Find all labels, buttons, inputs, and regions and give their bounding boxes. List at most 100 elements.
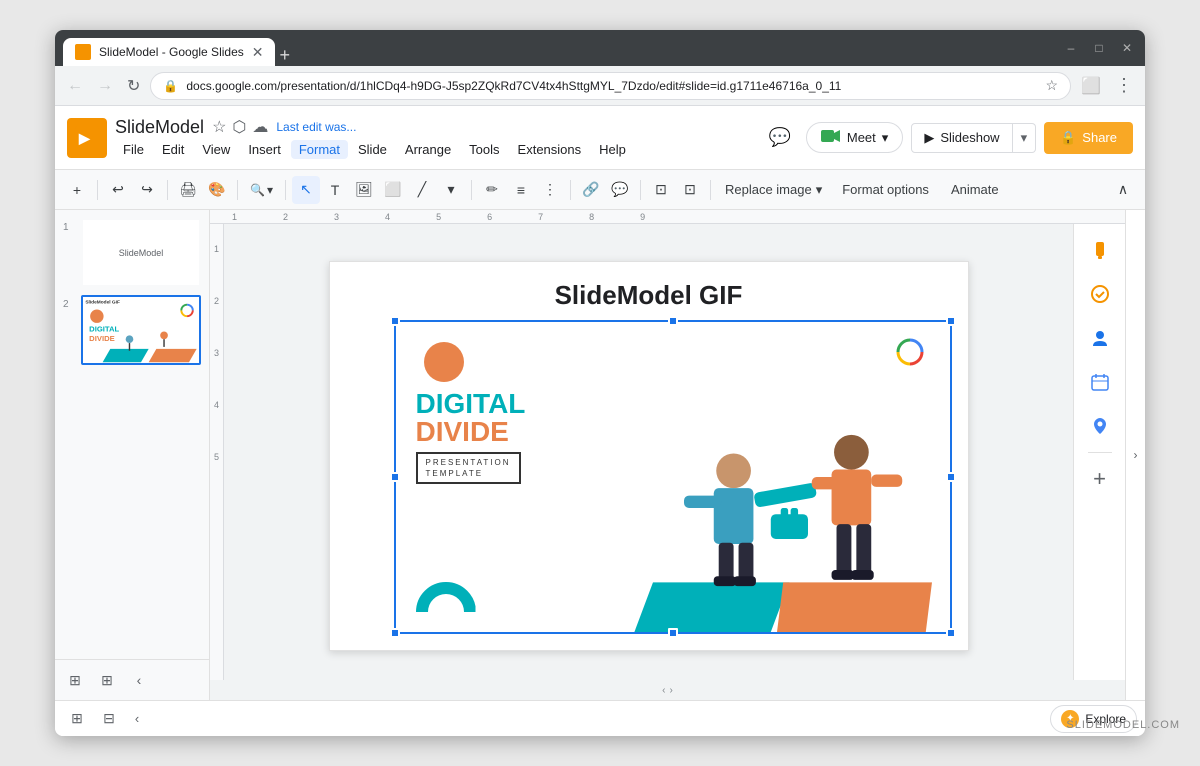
- link-btn[interactable]: 🔗: [577, 176, 605, 204]
- animate-btn[interactable]: Animate: [941, 176, 1009, 204]
- back-btn[interactable]: ←: [63, 73, 87, 99]
- canvas-area[interactable]: SlideModel GIF: [224, 224, 1073, 680]
- bottom-bar: ⊞ ⊟ ‹ ✦ Explore: [55, 700, 1145, 736]
- toolbar-group-link: 🔗 💬: [577, 176, 634, 204]
- handle-ml[interactable]: [390, 472, 400, 482]
- toolbar: + ↩ ↪ 🖨 🎨 🔍 ▾ ↖ T 🖼 ⬜ ╱ ▾ ✏ ≡ ⋮: [55, 170, 1145, 210]
- paintformat-btn[interactable]: 🎨: [203, 176, 231, 204]
- crop-btn[interactable]: ⊡: [647, 176, 675, 204]
- keep-icon-btn[interactable]: [1082, 232, 1118, 268]
- dd-template-box: PRESENTATION TEMPLATE: [416, 452, 521, 484]
- select-btn[interactable]: ↖: [292, 176, 320, 204]
- meet-dropdown[interactable]: ▾: [882, 130, 889, 146]
- menu-file[interactable]: File: [115, 140, 152, 159]
- menu-extensions[interactable]: Extensions: [510, 140, 590, 159]
- app-header: ▶ SlideModel ☆ ⬡ ☁ Last edit was... File…: [55, 106, 1145, 170]
- handle-tr[interactable]: [946, 316, 956, 326]
- forward-btn[interactable]: →: [93, 73, 117, 99]
- gif-image-selected[interactable]: DIGITAL DIVIDE PRESENTATION TEMPLATE: [394, 320, 952, 634]
- zoom-btn[interactable]: 🔍 ▾: [244, 177, 279, 203]
- tasks-icon-btn[interactable]: [1082, 276, 1118, 312]
- orange-circle: [424, 342, 464, 382]
- collapse-panel-btn[interactable]: ‹: [125, 666, 153, 694]
- slideshow-dropdown-btn[interactable]: ▾: [1013, 123, 1037, 153]
- filmstrip-btn[interactable]: ⊞: [93, 666, 121, 694]
- last-edit-link[interactable]: Last edit was...: [276, 120, 356, 134]
- handle-br[interactable]: [946, 628, 956, 638]
- slide-num-2: 2: [63, 295, 75, 310]
- handle-tm[interactable]: [668, 316, 678, 326]
- more-tools-btn[interactable]: ▾: [437, 176, 465, 204]
- line-style-btn[interactable]: ≡: [507, 176, 535, 204]
- grid-view-btn[interactable]: ⊞: [61, 666, 89, 694]
- slide-position-indicator: ‹ ›: [210, 680, 1125, 700]
- collapse-panel-bottom-btn[interactable]: ‹: [127, 701, 147, 737]
- meet-label: Meet: [847, 130, 876, 145]
- shapes-btn[interactable]: ⬜: [379, 176, 407, 204]
- replace-image-btn[interactable]: Replace image ▾: [717, 176, 830, 204]
- handle-bl[interactable]: [390, 628, 400, 638]
- image-btn[interactable]: 🖼: [350, 176, 378, 204]
- redo-btn[interactable]: ↪: [133, 176, 161, 204]
- menu-edit[interactable]: Edit: [154, 140, 192, 159]
- address-field[interactable]: 🔒 docs.google.com/presentation/d/1hlCDq4…: [150, 72, 1071, 100]
- handle-mr[interactable]: [946, 472, 956, 482]
- mask-btn[interactable]: ⊡: [676, 176, 704, 204]
- menu-help[interactable]: Help: [591, 140, 634, 159]
- tab-close-btn[interactable]: ✕: [252, 45, 264, 59]
- collapse-toolbar-btn[interactable]: ∧: [1109, 176, 1137, 204]
- close-btn[interactable]: ✕: [1117, 41, 1137, 55]
- slide-thumb-2[interactable]: 2 SlideModel GIF: [63, 295, 201, 364]
- browser-menu-btn[interactable]: ⋮: [1111, 71, 1137, 100]
- pen-btn[interactable]: ✏: [478, 176, 506, 204]
- separator-1: [97, 180, 98, 200]
- app-title-area: SlideModel ☆ ⬡ ☁ Last edit was... File E…: [115, 117, 754, 159]
- print-btn[interactable]: 🖨: [174, 176, 202, 204]
- new-tab-btn[interactable]: +: [279, 45, 290, 66]
- svg-text:DIVIDE: DIVIDE: [89, 334, 115, 343]
- menu-tools[interactable]: Tools: [461, 140, 507, 159]
- comment-btn[interactable]: 💬: [606, 176, 634, 204]
- drive-icon[interactable]: ⬡: [232, 117, 246, 137]
- zoom-dropdown: ▾: [267, 183, 273, 197]
- star-icon[interactable]: ☆: [212, 117, 226, 137]
- minimize-btn[interactable]: –: [1061, 41, 1081, 55]
- filmstrip-bottom-btn[interactable]: ⊟: [95, 705, 123, 733]
- handle-tl[interactable]: [390, 316, 400, 326]
- undo-btn[interactable]: ↩: [104, 176, 132, 204]
- slide-canvas[interactable]: SlideModel GIF: [329, 261, 969, 651]
- comments-btn[interactable]: 💬: [762, 120, 798, 156]
- cloud-icon[interactable]: ☁: [252, 117, 268, 137]
- share-btn[interactable]: 🔒 Share: [1044, 122, 1133, 154]
- format-options-btn[interactable]: Format options: [832, 176, 939, 204]
- maps-icon-btn[interactable]: [1082, 408, 1118, 444]
- maximize-btn[interactable]: □: [1089, 41, 1109, 55]
- ruler-vertical: 1 2 3 4 5: [210, 224, 224, 680]
- refresh-btn[interactable]: ↻: [123, 72, 144, 100]
- active-tab[interactable]: SlideModel - Google Slides ✕: [63, 38, 275, 66]
- menu-view[interactable]: View: [194, 140, 238, 159]
- dd-template-text: TEMPLATE: [426, 468, 511, 479]
- right-expand-btn[interactable]: ›: [1125, 210, 1145, 700]
- dash-style-btn[interactable]: ⋮: [536, 176, 564, 204]
- slideshow-btn[interactable]: ▶ Slideshow: [911, 123, 1012, 153]
- dd-text-area: DIGITAL DIVIDE PRESENTATION TEMPLATE: [416, 390, 526, 484]
- menu-slide[interactable]: Slide: [350, 140, 395, 159]
- line-btn[interactable]: ╱: [408, 176, 436, 204]
- menu-format[interactable]: Format: [291, 140, 348, 159]
- textbox-btn[interactable]: T: [321, 176, 349, 204]
- slide-thumb-1[interactable]: 1 SlideModel: [63, 218, 201, 287]
- handle-bm[interactable]: [668, 628, 678, 638]
- calendar-icon-btn[interactable]: [1082, 364, 1118, 400]
- meet-btn[interactable]: Meet ▾: [806, 122, 903, 153]
- menu-insert[interactable]: Insert: [240, 140, 289, 159]
- grid-view-bottom-btn[interactable]: ⊞: [63, 705, 91, 733]
- contacts-icon-btn[interactable]: [1082, 320, 1118, 356]
- add-app-btn[interactable]: +: [1082, 461, 1118, 497]
- slide-preview-1: SlideModel: [81, 218, 201, 287]
- slide1-label: SlideModel: [119, 248, 164, 258]
- lock-icon: 🔒: [163, 79, 178, 93]
- window-controls: – □ ✕: [1061, 41, 1137, 55]
- insert-btn[interactable]: +: [63, 176, 91, 204]
- menu-arrange[interactable]: Arrange: [397, 140, 459, 159]
